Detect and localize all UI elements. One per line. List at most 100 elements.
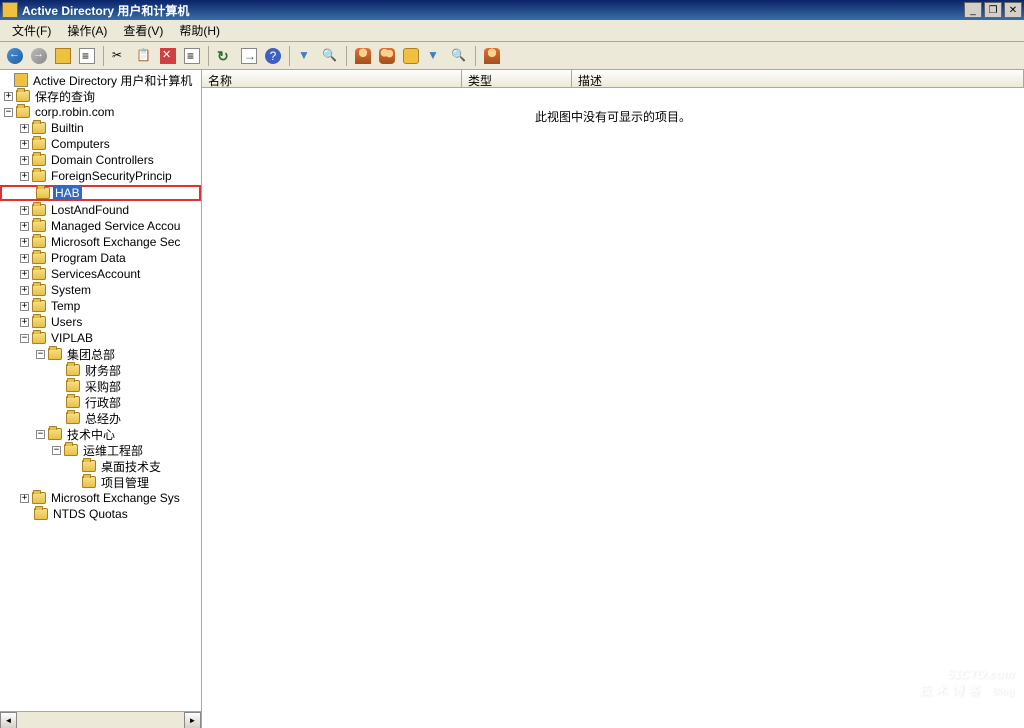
tree-label: 集团总部 bbox=[65, 346, 117, 363]
tree-label: Domain Controllers bbox=[49, 153, 156, 167]
app-icon bbox=[2, 2, 18, 18]
export-button[interactable] bbox=[238, 45, 260, 67]
scroll-right-button[interactable]: ► bbox=[184, 712, 201, 728]
filter-button[interactable] bbox=[295, 45, 317, 67]
show-button[interactable] bbox=[76, 45, 98, 67]
tree-hq[interactable]: −集团总部 bbox=[0, 346, 201, 362]
separator bbox=[475, 46, 476, 66]
tree-saved-queries[interactable]: +保存的查询 bbox=[0, 88, 201, 104]
tree-builtin[interactable]: +Builtin bbox=[0, 120, 201, 136]
add-user-button[interactable] bbox=[481, 45, 503, 67]
list-header: 名称 类型 描述 bbox=[202, 70, 1024, 88]
back-button[interactable] bbox=[4, 45, 26, 67]
new-user-button[interactable] bbox=[352, 45, 374, 67]
up-button[interactable] bbox=[52, 45, 74, 67]
watermark-sub: 技术博客 bbox=[920, 683, 984, 697]
tree-pd[interactable]: +Program Data bbox=[0, 250, 201, 266]
tree-fsp[interactable]: +ForeignSecurityPrincip bbox=[0, 168, 201, 184]
up-icon bbox=[55, 48, 71, 64]
tree-mes[interactable]: +Microsoft Exchange Sec bbox=[0, 234, 201, 250]
tree-desk[interactable]: 桌面技术支 bbox=[0, 458, 201, 474]
folder-icon bbox=[36, 187, 50, 199]
folder-icon bbox=[48, 348, 62, 360]
tree-domain[interactable]: −corp.robin.com bbox=[0, 104, 201, 120]
folder-icon bbox=[32, 252, 46, 264]
folder-icon bbox=[32, 332, 46, 344]
menu-view[interactable]: 查看(V) bbox=[115, 20, 171, 41]
cut-button[interactable]: ✂ bbox=[109, 45, 131, 67]
tree-dc[interactable]: +Domain Controllers bbox=[0, 152, 201, 168]
properties-button[interactable] bbox=[181, 45, 203, 67]
folder-icon bbox=[32, 138, 46, 150]
col-name[interactable]: 名称 bbox=[202, 70, 462, 87]
new-ou-button[interactable] bbox=[400, 45, 422, 67]
tree-temp[interactable]: +Temp bbox=[0, 298, 201, 314]
tree-label: 桌面技术支 bbox=[99, 458, 163, 475]
tree-hab[interactable]: HAB bbox=[0, 185, 201, 201]
tree-label: ForeignSecurityPrincip bbox=[49, 169, 174, 183]
refresh-button[interactable]: ↻ bbox=[214, 45, 236, 67]
help-icon: ? bbox=[265, 48, 281, 64]
tree-label: System bbox=[49, 283, 93, 297]
delete-button[interactable] bbox=[157, 45, 179, 67]
tree-proj[interactable]: 项目管理 bbox=[0, 474, 201, 490]
find2-button[interactable] bbox=[448, 45, 470, 67]
tree-viplab[interactable]: −VIPLAB bbox=[0, 330, 201, 346]
tree-label: Computers bbox=[49, 137, 112, 151]
tree-gm[interactable]: 总经办 bbox=[0, 410, 201, 426]
col-desc[interactable]: 描述 bbox=[572, 70, 1024, 87]
group-icon bbox=[379, 48, 395, 64]
tree-label: 总经办 bbox=[83, 410, 123, 427]
scroll-track[interactable] bbox=[17, 712, 184, 728]
folder-icon bbox=[32, 268, 46, 280]
folder-icon bbox=[32, 316, 46, 328]
filter2-button[interactable] bbox=[424, 45, 446, 67]
tree-label: Program Data bbox=[49, 251, 128, 265]
tree-ops[interactable]: −运维工程部 bbox=[0, 442, 201, 458]
folder-icon bbox=[66, 412, 80, 424]
folder-icon bbox=[32, 204, 46, 216]
separator bbox=[208, 46, 209, 66]
properties-icon bbox=[184, 48, 200, 64]
folder-icon bbox=[64, 444, 78, 456]
show-icon bbox=[79, 48, 95, 64]
tree-adm[interactable]: 行政部 bbox=[0, 394, 201, 410]
folder-icon bbox=[82, 460, 96, 472]
tree-label: corp.robin.com bbox=[33, 105, 116, 119]
maximize-button[interactable]: ❐ bbox=[984, 2, 1002, 18]
tree-sa[interactable]: +ServicesAccount bbox=[0, 266, 201, 282]
tree-sys[interactable]: +System bbox=[0, 282, 201, 298]
scroll-left-button[interactable]: ◄ bbox=[0, 712, 17, 728]
help-button[interactable]: ? bbox=[262, 45, 284, 67]
col-type[interactable]: 类型 bbox=[462, 70, 572, 87]
root-icon bbox=[14, 73, 28, 87]
tree-users[interactable]: +Users bbox=[0, 314, 201, 330]
copy-button[interactable]: 📋 bbox=[133, 45, 155, 67]
folder-icon bbox=[82, 476, 96, 488]
tree-mesys[interactable]: +Microsoft Exchange Sys bbox=[0, 490, 201, 506]
tree-pur[interactable]: 采购部 bbox=[0, 378, 201, 394]
tree-label: Temp bbox=[49, 299, 82, 313]
find-button[interactable] bbox=[319, 45, 341, 67]
close-button[interactable]: ✕ bbox=[1004, 2, 1022, 18]
tree-hscroll[interactable]: ◄ ► bbox=[0, 711, 201, 728]
tree-label: LostAndFound bbox=[49, 203, 131, 217]
tree-msa[interactable]: +Managed Service Accou bbox=[0, 218, 201, 234]
menu-action[interactable]: 操作(A) bbox=[59, 20, 115, 41]
new-group-button[interactable] bbox=[376, 45, 398, 67]
tree-laf[interactable]: +LostAndFound bbox=[0, 202, 201, 218]
export-icon bbox=[241, 48, 257, 64]
menu-file[interactable]: 文件(F) bbox=[4, 20, 59, 41]
tree-tech[interactable]: −技术中心 bbox=[0, 426, 201, 442]
menu-help[interactable]: 帮助(H) bbox=[171, 20, 228, 41]
tree-ntds[interactable]: NTDS Quotas bbox=[0, 506, 201, 522]
forward-button[interactable] bbox=[28, 45, 50, 67]
minimize-button[interactable]: _ bbox=[964, 2, 982, 18]
back-icon bbox=[7, 48, 23, 64]
tree-fin[interactable]: 财务部 bbox=[0, 362, 201, 378]
filter-icon bbox=[298, 48, 314, 64]
tree-root[interactable]: Active Directory 用户和计算机 bbox=[0, 72, 201, 88]
folder-icon bbox=[32, 122, 46, 134]
tree-computers[interactable]: +Computers bbox=[0, 136, 201, 152]
adduser-icon bbox=[484, 48, 500, 64]
